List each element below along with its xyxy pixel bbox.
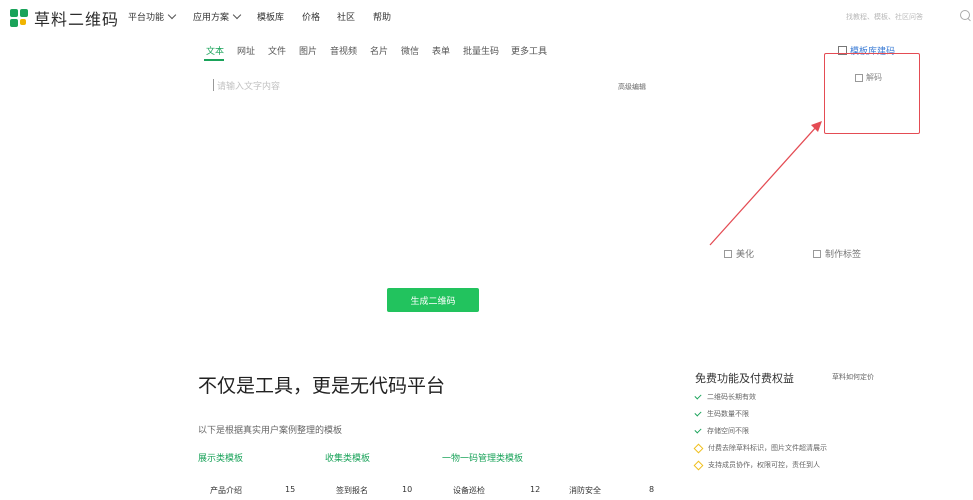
feature-label: 生码数量不限 — [707, 410, 749, 418]
feature-label: 二维码长期有效 — [707, 393, 756, 401]
category-collection-templates[interactable]: 收集类模板 — [325, 451, 370, 464]
features-title: 免费功能及付费权益 — [695, 372, 794, 385]
pricing-link[interactable]: 草料如何定价 — [832, 372, 874, 382]
check-icon — [694, 426, 702, 434]
beautify-option[interactable]: 美化 — [724, 247, 754, 260]
beautify-icon — [724, 249, 732, 258]
template-item-count: 15 — [285, 485, 296, 494]
make-label-option[interactable]: 制作标签 — [813, 247, 861, 260]
check-icon — [694, 409, 702, 417]
feature-label: 付费去除草料标识，图片文件超清展示 — [708, 444, 827, 452]
paid-feature-item: 付费去除草料标识，图片文件超清展示 — [693, 443, 827, 453]
feature-item: 二维码长期有效 — [694, 392, 756, 402]
make-label-label: 制作标签 — [825, 250, 862, 260]
diamond-icon — [693, 443, 704, 453]
template-item-count: 8 — [649, 485, 655, 494]
label-icon — [813, 249, 821, 258]
section-headline: 不仅是工具，更是无代码平台 — [198, 375, 446, 397]
section-subtitle: 以下是根据真实用户案例整理的模板 — [198, 426, 343, 436]
generate-qr-button[interactable]: 生成二维码 — [387, 288, 479, 312]
template-item-name[interactable]: 签到报名 — [336, 485, 368, 496]
template-item-name[interactable]: 消防安全 — [569, 485, 601, 496]
feature-item: 生码数量不限 — [694, 409, 749, 419]
diamond-icon — [693, 460, 704, 470]
category-display-templates[interactable]: 展示类模板 — [198, 451, 243, 464]
feature-label: 存储空间不限 — [707, 427, 749, 435]
template-item-name[interactable]: 产品介绍 — [210, 485, 242, 496]
check-icon — [694, 392, 702, 400]
category-one-item-one-code-templates[interactable]: 一物一码管理类模板 — [442, 451, 523, 464]
feature-label: 支持成员协作，权限可控，责任到人 — [708, 461, 820, 469]
template-item-count: 12 — [530, 485, 541, 494]
beautify-label: 美化 — [736, 250, 755, 260]
template-item-count: 10 — [402, 485, 413, 494]
feature-item: 存储空间不限 — [694, 426, 749, 436]
paid-feature-item: 支持成员协作，权限可控，责任到人 — [693, 460, 820, 470]
template-item-name[interactable]: 设备巡检 — [453, 485, 485, 496]
